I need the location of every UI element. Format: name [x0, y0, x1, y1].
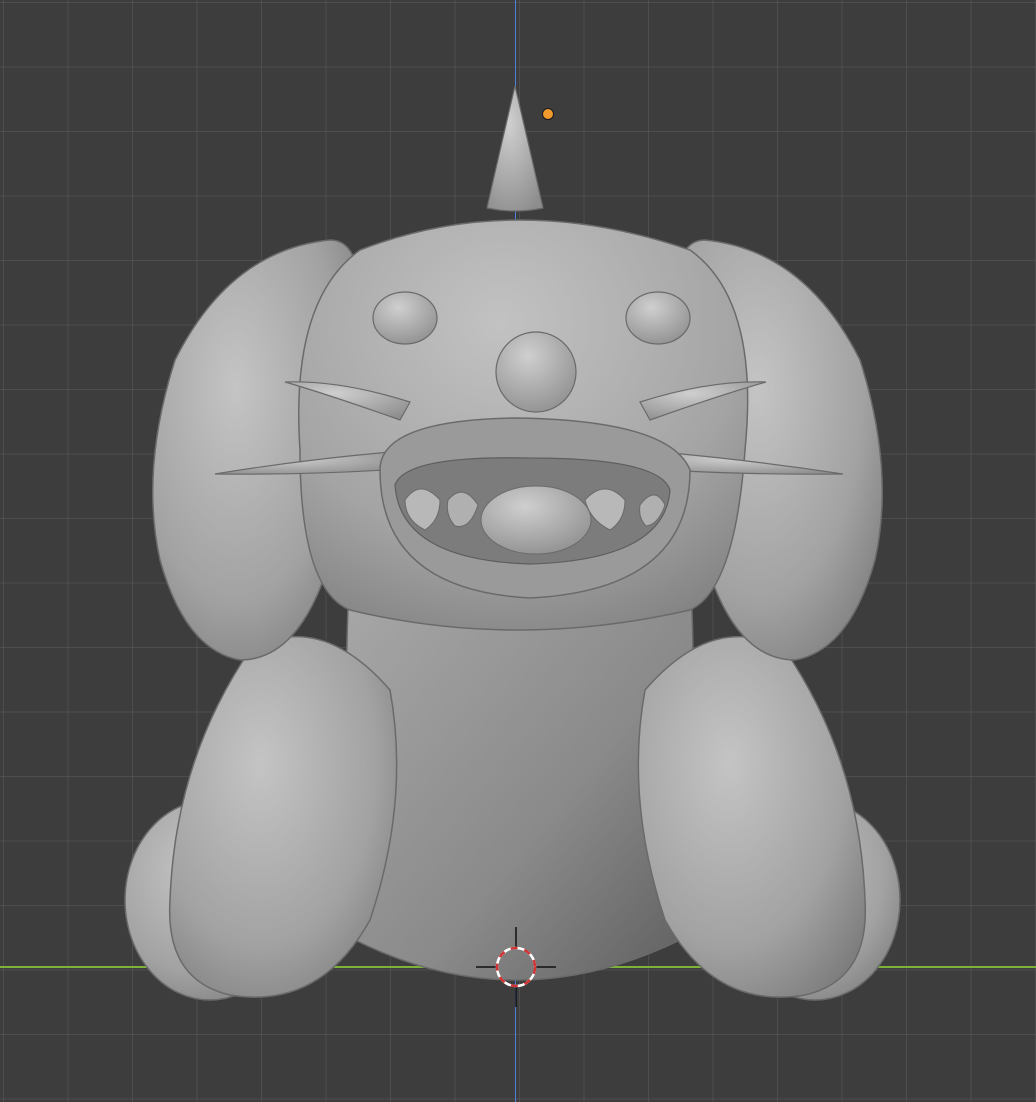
- 3d-viewport[interactable]: [0, 0, 1036, 1102]
- 3d-cursor-icon[interactable]: [476, 927, 556, 1007]
- object-origin-dot[interactable]: [542, 108, 554, 120]
